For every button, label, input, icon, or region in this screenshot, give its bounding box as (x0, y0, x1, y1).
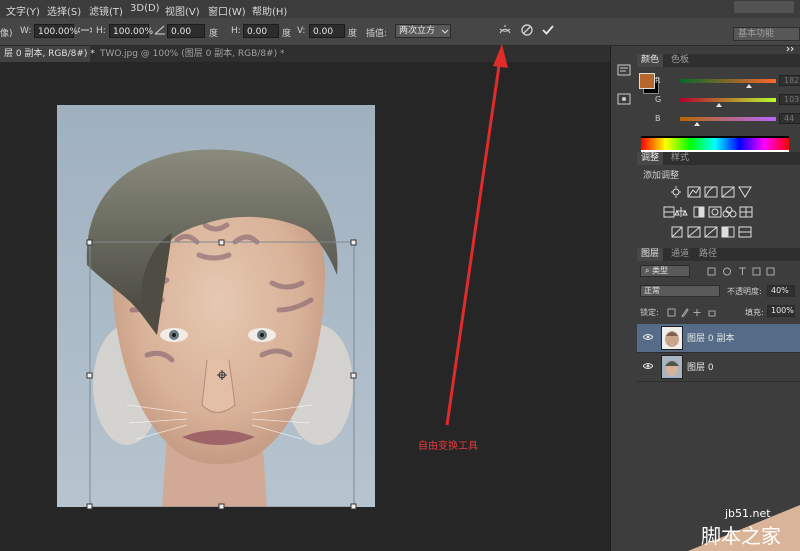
adjustments-panel-tabs: 调整 样式 (637, 152, 800, 165)
shape-filter-icon (752, 267, 761, 276)
annotation-arrow (445, 51, 503, 426)
pixel-filter-icon (707, 267, 716, 276)
smart-object-filter-icon (766, 267, 775, 276)
channel-b-label: B (655, 114, 661, 123)
watermark-name: 脚本之家 (701, 524, 781, 548)
tab-adjustments[interactable]: 调整 (637, 152, 664, 165)
reference-point-icon (217, 370, 227, 380)
photo-filter-icon (708, 206, 722, 218)
lock-label: 锁定: (640, 308, 659, 317)
tab-styles[interactable]: 样式 (667, 152, 693, 165)
color-spectrum-ramp[interactable] (641, 136, 789, 152)
layer-thumbnail (661, 326, 683, 350)
exposure-icon (721, 186, 735, 198)
channel-g-label: G (655, 95, 662, 104)
invert-icon (671, 226, 683, 238)
adjustments-row-3 (671, 226, 752, 238)
posterize-icon (687, 226, 701, 238)
search-icon: ⌕ (645, 266, 653, 275)
adjustments-row-2 (663, 206, 753, 218)
layer-name: 图层 0 副本 (687, 334, 735, 344)
gradient-map-icon (738, 226, 752, 238)
watermark-url: jb51.net (725, 507, 771, 520)
history-icon[interactable] (616, 63, 632, 77)
tab-paths[interactable]: 路径 (695, 248, 721, 261)
adjustments-row-1 (671, 186, 752, 198)
color-panel-tabs: 颜色 色板 (637, 54, 800, 67)
layer-thumbnail (661, 355, 683, 379)
channel-r-row: R 182 (637, 75, 800, 88)
tab-layers[interactable]: 图层 (637, 248, 664, 261)
adjustments-title: 添加调整 (643, 171, 680, 181)
threshold-icon (704, 226, 718, 238)
visibility-eye-icon[interactable] (643, 333, 653, 341)
type-filter-icon (739, 267, 746, 275)
layer-row[interactable]: 图层 0 (637, 353, 800, 382)
channel-mixer-icon (722, 206, 737, 218)
layer-filter-label: 类型 (652, 266, 669, 275)
channel-g-value[interactable]: 103 (779, 94, 800, 105)
tab-swatches[interactable]: 色板 (667, 54, 693, 67)
curves-icon (704, 186, 718, 198)
channel-g-row: G 103 (637, 94, 800, 107)
hue-saturation-icon (663, 206, 675, 218)
channel-b-track[interactable] (680, 117, 776, 121)
selective-color-icon (721, 226, 735, 238)
annotation-arrowhead (493, 44, 508, 68)
layer-name: 图层 0 (687, 363, 714, 373)
panel-dock (610, 46, 637, 551)
adjustment-filter-icon (723, 267, 731, 276)
lock-pixels-icon (681, 308, 689, 317)
lock-icons[interactable] (667, 308, 727, 317)
watermark-logo: jb51.net 脚本之家 (688, 505, 800, 551)
channel-r-track[interactable] (680, 79, 776, 83)
fill-label: 填充: (745, 308, 764, 317)
channel-b-thumb[interactable] (693, 122, 700, 126)
channel-b-row: B 44 (637, 113, 800, 126)
channel-r-thumb[interactable] (745, 84, 752, 88)
layer-filter-icons[interactable] (707, 267, 797, 276)
right-panels: 颜色 色板 R 182 G 103 B 44 调整 样式 添加调整 图层 通道 … (637, 46, 800, 551)
channel-b-value[interactable]: 44 (779, 113, 800, 124)
tab-channels[interactable]: 通道 (667, 248, 693, 261)
opacity-field[interactable]: 40% (767, 285, 795, 297)
annotation-label: 自由变换工具 (418, 441, 478, 452)
color-balance-icon (674, 207, 688, 217)
color-lookup-icon (739, 206, 753, 218)
layers-panel-tabs: 图层 通道 路径 (637, 248, 800, 261)
layer-row[interactable]: 图层 0 副本 (637, 324, 800, 353)
opacity-label: 不透明度: (727, 287, 762, 296)
brightness-contrast-icon (671, 186, 681, 198)
fill-field[interactable]: 100% (767, 305, 795, 317)
tab-color[interactable]: 颜色 (637, 54, 664, 67)
visibility-eye-icon[interactable] (643, 362, 653, 370)
vibrance-icon (738, 186, 752, 198)
levels-icon (687, 186, 701, 198)
actions-icon[interactable] (616, 92, 632, 106)
lock-transparent-icon (667, 308, 676, 317)
channel-r-value[interactable]: 182 (779, 75, 800, 86)
channel-g-track[interactable] (680, 98, 776, 102)
lock-position-icon (693, 309, 701, 316)
lock-all-icon (708, 310, 716, 317)
channel-r-label: R (655, 76, 661, 85)
layer-filter-dropdown[interactable]: ⌕ 类型 (640, 265, 690, 277)
channel-g-thumb[interactable] (715, 103, 722, 107)
black-white-icon (693, 206, 705, 218)
collapse-panels-icon[interactable] (785, 46, 797, 52)
blend-mode-dropdown[interactable]: 正常 (640, 285, 720, 297)
